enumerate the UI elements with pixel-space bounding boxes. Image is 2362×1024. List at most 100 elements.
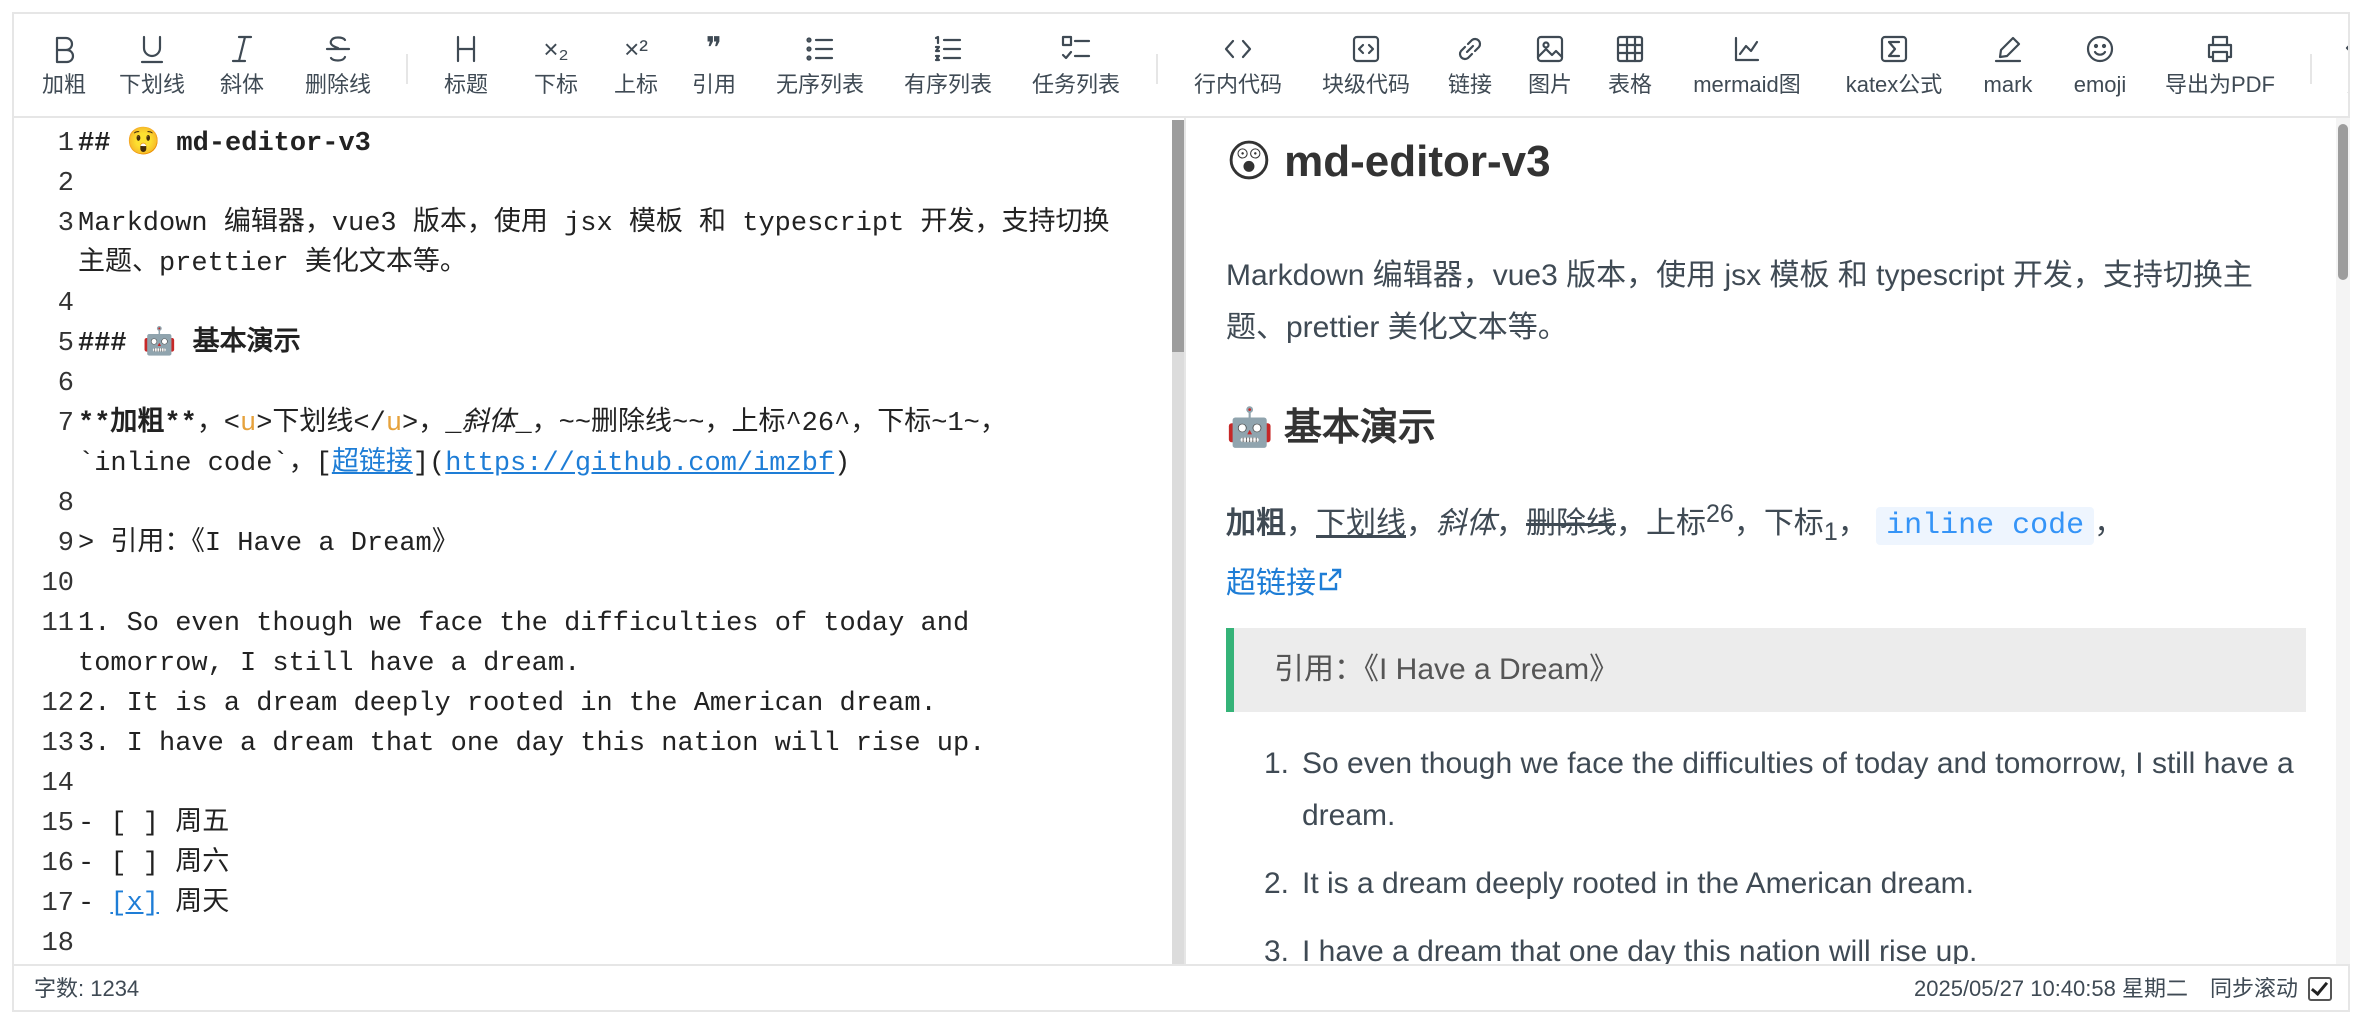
preview-scrollbar-thumb[interactable] xyxy=(2338,124,2348,280)
subscript-button[interactable]: ×₂ 下标 xyxy=(530,14,582,116)
line-text[interactable]: tomorrow, I still have a dream. xyxy=(78,644,580,684)
code-line[interactable]: 1 ## 😲 md-editor-v3 xyxy=(14,124,1164,164)
katex-formula-button[interactable]: katex公式 xyxy=(1838,14,1950,116)
input-scrollbar[interactable] xyxy=(1172,120,1184,964)
strikethrough-icon xyxy=(300,14,376,70)
code-block-button[interactable]: 块级代码 xyxy=(1316,14,1416,116)
line-text[interactable]: - [x] 周天 xyxy=(78,884,229,924)
table-icon xyxy=(1604,14,1656,70)
code-line[interactable]: 14 xyxy=(14,764,1164,804)
line-text[interactable]: ## 😲 md-editor-v3 xyxy=(78,124,371,164)
underline-button[interactable]: 下划线 xyxy=(114,14,190,116)
toolbar-divider xyxy=(2310,54,2312,84)
toolbar-divider xyxy=(406,54,408,84)
code-line[interactable]: 11 1. So even though we face the difficul… xyxy=(14,604,1164,644)
sync-scroll-label[interactable]: 同步滚动 xyxy=(2210,966,2298,1012)
superscript-text: 26 xyxy=(1706,500,1734,528)
heading-icon xyxy=(440,14,492,70)
word-count: 字数: 1234 xyxy=(34,976,140,1001)
line-text[interactable]: Markdown 编辑器，vue3 版本，使用 jsx 模板 和 typescr… xyxy=(78,204,1109,244)
heading-button[interactable]: 标题 xyxy=(440,14,492,116)
quote-icon: ❞ xyxy=(705,32,723,65)
table-button[interactable]: 表格 xyxy=(1604,14,1656,116)
line-text[interactable]: ### 🤖 基本演示 xyxy=(78,324,301,364)
hyperlink[interactable]: 超链接 xyxy=(1226,567,1344,600)
strikethrough-button[interactable]: 删除线 xyxy=(300,14,376,116)
line-text[interactable]: 2. It is a dream deeply rooted in the Am… xyxy=(78,684,937,724)
datetime: 2025/05/27 10:40:58 星期二 xyxy=(1914,976,2188,1001)
italic-button[interactable]: 斜体 xyxy=(216,14,268,116)
line-text[interactable]: 3. I have a dream that one day this nati… xyxy=(78,724,985,764)
subscript-icon: ×₂ xyxy=(543,34,569,64)
revoke-button[interactable]: 后 xyxy=(2338,14,2348,116)
line-number: 8 xyxy=(57,489,74,519)
subscript-text: 1 xyxy=(1823,518,1838,546)
italic-text: 斜体 xyxy=(1436,507,1496,540)
input-scrollbar-thumb[interactable] xyxy=(1172,120,1184,352)
bold-button[interactable]: 加粗 xyxy=(38,14,90,116)
preview-scrollbar[interactable] xyxy=(2336,118,2350,964)
strike-text: 删除线 xyxy=(1526,507,1616,540)
inline-code-icon xyxy=(1188,14,1288,70)
code-line[interactable]: 8 xyxy=(14,484,1164,524)
code-line[interactable]: 17- [x] 周天 xyxy=(14,884,1164,924)
code-line[interactable]: 15- [ ] 周五 xyxy=(14,804,1164,844)
quote-button[interactable]: ❞ 引用 xyxy=(688,14,740,116)
unordered-list-button[interactable]: 无序列表 xyxy=(770,14,870,116)
emoji-icon xyxy=(2068,14,2132,70)
list-item: 3. I have a dream that one day this natio… xyxy=(1226,926,2306,964)
preview-inline-formats: 加粗，下划线，斜体，删除线，上标26，下标1， inline code， 超链接 xyxy=(1226,488,2326,611)
emoji-button[interactable]: emoji xyxy=(2068,14,2132,116)
line-text[interactable]: - [ ] 周五 xyxy=(78,804,229,844)
code-line[interactable]: tomorrow, I still have a dream. xyxy=(14,644,1164,684)
code-line[interactable]: 13 3. I have a dream that one day this na… xyxy=(14,724,1164,764)
line-text[interactable]: - [ ] 周六 xyxy=(78,844,229,884)
list-text: I have a dream that one day this nation … xyxy=(1302,935,1978,964)
preview-heading-h2: 😲 md-editor-v3 xyxy=(1226,137,1551,186)
bold-icon xyxy=(38,14,90,70)
line-text[interactable]: **加粗**，<u>下划线</u>，_斜体_，~~删除线~~，上标^26^，下标… xyxy=(78,404,1007,444)
task-list-button[interactable]: 任务列表 xyxy=(1026,14,1126,116)
code-line[interactable]: 16- [ ] 周六 xyxy=(14,844,1164,884)
toolbar-divider xyxy=(1156,54,1158,84)
code-line[interactable]: 7 **加粗**，<u>下划线</u>，_斜体_，~~删除线~~，上标^26^，下… xyxy=(14,404,1164,444)
line-text[interactable]: `inline code`，[超链接](https://github.com/i… xyxy=(78,444,850,484)
line-number: 18 xyxy=(41,929,74,959)
code-line[interactable]: 9 > 引用：《I Have a Dream》 xyxy=(14,524,1164,564)
bold-text: 加粗 xyxy=(1226,507,1286,540)
markdown-input-pane[interactable]: 1 ## 😲 md-editor-v3 2 3 Markdown 编辑器，vue3 版本… xyxy=(14,118,1184,964)
code-line[interactable]: 6 xyxy=(14,364,1164,404)
unordered-list-icon xyxy=(770,14,870,70)
superscript-button[interactable]: ×² 上标 xyxy=(610,14,662,116)
image-button[interactable]: 图片 xyxy=(1524,14,1576,116)
line-text[interactable]: 主题、prettier 美化文本等。 xyxy=(78,244,467,284)
mark-button[interactable]: mark xyxy=(1978,14,2038,116)
ordered-list-button[interactable]: 有序列表 xyxy=(898,14,998,116)
code-line[interactable]: 10 xyxy=(14,564,1164,604)
link-button[interactable]: 链接 xyxy=(1444,14,1496,116)
line-text[interactable]: > 引用：《I Have a Dream》 xyxy=(78,524,459,564)
list-number: 1. xyxy=(1264,747,1290,780)
code-line[interactable]: `inline code`，[超链接](https://github.com/i… xyxy=(14,444,1164,484)
list-item: 2. It is a dream deeply rooted in the Ame… xyxy=(1226,858,2306,910)
code-line[interactable]: 12 2. It is a dream deeply rooted in the … xyxy=(14,684,1164,724)
inline-code-button[interactable]: 行内代码 xyxy=(1188,14,1288,116)
status-footer: 字数: 1234 2025/05/27 10:40:58 星期二 同步滚动 xyxy=(14,964,2348,1012)
preview-ordered-list: 1. So even though we face the difficultie… xyxy=(1226,738,2306,964)
md-editor: 加粗 下划线 斜体 删除线 标题 ×₂ 下标 ×² 上标 ❞ 引用 无序列表 有… xyxy=(12,12,2350,1012)
code-line[interactable]: 3 Markdown 编辑器，vue3 版本，使用 jsx 模板 和 typesc… xyxy=(14,204,1164,244)
code-line[interactable]: 4 xyxy=(14,284,1164,324)
code-line[interactable]: 18 xyxy=(14,924,1164,964)
code-line[interactable]: 5 ### 🤖 基本演示 xyxy=(14,324,1164,364)
mermaid-chart-button[interactable]: mermaid图 xyxy=(1684,14,1810,116)
code-line[interactable]: 2 xyxy=(14,164,1164,204)
list-number: 3. xyxy=(1264,935,1290,964)
line-number: 5 xyxy=(57,329,74,359)
underline-text: 下划线 xyxy=(1316,507,1406,540)
sync-scroll-checkbox[interactable] xyxy=(2308,977,2332,1001)
check-icon xyxy=(2310,977,2329,997)
line-text[interactable]: 1. So even though we face the difficulti… xyxy=(78,604,969,644)
export-pdf-button[interactable]: 导出为PDF xyxy=(2160,14,2280,116)
external-link-icon xyxy=(1316,559,1344,611)
code-line[interactable]: 主题、prettier 美化文本等。 xyxy=(14,244,1164,284)
